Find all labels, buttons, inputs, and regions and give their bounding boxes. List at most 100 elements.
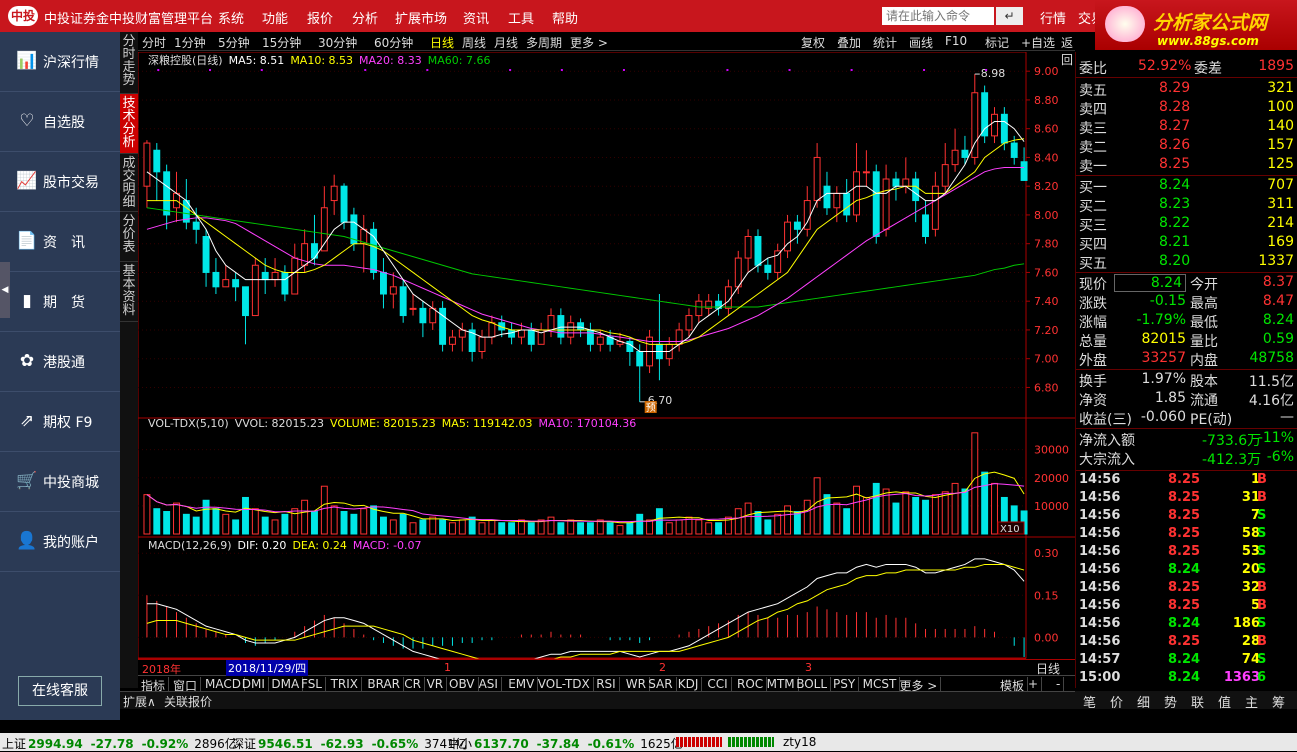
- indicator-tab-7[interactable]: BRAR: [367, 677, 405, 691]
- sidebar-item-0[interactable]: 📊 沪深行情: [0, 32, 120, 92]
- vtab-1[interactable]: 技术分析: [120, 94, 138, 154]
- candle-body: [843, 192, 851, 216]
- command-input[interactable]: [882, 7, 994, 25]
- indicator-tab-4[interactable]: DMA: [271, 677, 304, 691]
- index-item[interactable]: 上证 2994.94 -27.78 -0.92% 2896亿: [2, 735, 237, 752]
- menu-quote[interactable]: 报价: [307, 8, 333, 27]
- online-service-button[interactable]: 在线客服: [18, 676, 102, 706]
- enter-icon[interactable]: ↵: [996, 7, 1023, 25]
- indicator-tab-22[interactable]: PSY: [833, 677, 860, 691]
- quote-tab-0[interactable]: 笔: [1083, 692, 1096, 711]
- menu-market[interactable]: 行情: [1040, 8, 1066, 27]
- quote-tab-1[interactable]: 价: [1110, 692, 1123, 711]
- quote-tab-3[interactable]: 势: [1164, 692, 1177, 711]
- indicator-tab-15[interactable]: WR: [626, 677, 650, 691]
- indicator-tab-26[interactable]: +: [1028, 677, 1043, 691]
- indicator-tab-20[interactable]: MTM: [767, 677, 799, 691]
- period-tab-0[interactable]: 分时: [142, 34, 166, 51]
- candle-body: [261, 271, 269, 281]
- signal-dot: [726, 69, 729, 71]
- indicator-tab-10[interactable]: OBV: [449, 677, 479, 691]
- tick-side: B: [1257, 598, 1267, 613]
- tool-button-1[interactable]: 叠加: [837, 34, 861, 51]
- indicator-tab-6[interactable]: TRIX: [331, 677, 363, 691]
- indicator-tab-21[interactable]: BOLL: [796, 677, 832, 691]
- candle-body: [951, 149, 959, 166]
- period-tab-2[interactable]: 5分钟: [218, 34, 250, 51]
- volume-bar: [163, 511, 171, 535]
- period-tab-3[interactable]: 15分钟: [262, 34, 301, 51]
- indicator-tab-27[interactable]: -: [1056, 677, 1065, 691]
- tool-button-3[interactable]: 画线: [909, 34, 933, 51]
- menu-system[interactable]: 系统: [218, 8, 244, 27]
- indicator-tab-2[interactable]: MACD: [205, 677, 245, 691]
- sidebar-item-5[interactable]: ✿ 港股通: [0, 332, 120, 392]
- sidebar-item-3[interactable]: 📄 资 讯: [0, 212, 120, 272]
- candle-body: [163, 171, 171, 216]
- period-tab-8[interactable]: 月线: [494, 34, 518, 51]
- indicator-tab-18[interactable]: CCI: [707, 677, 732, 691]
- collapse-arrow-icon[interactable]: ◀: [0, 262, 10, 318]
- stat-row: 外盘 33257 内盘 48758: [1076, 350, 1297, 369]
- menu-news[interactable]: 资讯: [463, 8, 489, 27]
- indicator-tab-14[interactable]: RSI: [596, 677, 620, 691]
- quote-tab-6[interactable]: 主: [1245, 692, 1258, 711]
- index-item[interactable]: 深证 9546.51 -62.93 -0.65% 3741亿: [232, 735, 467, 752]
- candle-body: [961, 149, 969, 158]
- vtab-0[interactable]: 分时走势: [120, 32, 138, 94]
- sidebar-item-6[interactable]: ⇗ 期权 F9: [0, 392, 120, 452]
- indicator-tab-5[interactable]: FSL: [301, 677, 326, 691]
- period-tab-7[interactable]: 周线: [462, 34, 486, 51]
- tool-button-5[interactable]: 标记: [985, 34, 1009, 51]
- period-tab-9[interactable]: 多周期: [526, 34, 562, 51]
- vol-name: VOL-TDX(5,10): [148, 417, 229, 430]
- expand-tab[interactable]: 扩展∧: [123, 693, 156, 710]
- indicator-tab-23[interactable]: MCST: [863, 677, 901, 691]
- sidebar-item-1[interactable]: ♡ 自选股: [0, 92, 120, 152]
- indicator-tab-19[interactable]: ROC: [737, 677, 768, 691]
- volume-bar: [774, 513, 782, 535]
- tool-button-4[interactable]: F10: [945, 34, 967, 48]
- sidebar-item-7[interactable]: 🛒 中投商城: [0, 452, 120, 512]
- related-quote-tab[interactable]: 关联报价: [164, 693, 212, 710]
- vtab-4[interactable]: 基本资料: [120, 262, 138, 322]
- sidebar-item-8[interactable]: 👤 我的账户: [0, 512, 120, 572]
- indicator-tab-16[interactable]: SAR: [648, 677, 677, 691]
- quote-tab-7[interactable]: 筹: [1272, 692, 1285, 711]
- vtab-3[interactable]: 分价表: [120, 212, 138, 262]
- quote-tab-2[interactable]: 细: [1137, 692, 1150, 711]
- index-item[interactable]: 中小 6137.70 -37.84 -0.61% 1625亿: [448, 735, 683, 752]
- indicator-tab-11[interactable]: ASI: [479, 677, 502, 691]
- period-tab-1[interactable]: 1分钟: [174, 34, 206, 51]
- price-tick-label: 8.20: [1034, 180, 1059, 193]
- quote-tab-4[interactable]: 联: [1191, 692, 1204, 711]
- sidebar-item-4[interactable]: ▮ 期 货: [0, 272, 120, 332]
- tool-button-6[interactable]: +自选: [1021, 34, 1055, 51]
- indicator-tab-13[interactable]: VOL-TDX: [538, 677, 594, 691]
- ask-row: 卖二 8.26 157: [1076, 137, 1297, 156]
- period-tab-4[interactable]: 30分钟: [318, 34, 357, 51]
- volume-bar: [902, 491, 910, 535]
- kline-chart[interactable]: 9.00 8.80 8.60 8.40 8.20 8.00 7.80 7.60 7.40 7.20…: [138, 52, 1075, 659]
- period-tab-5[interactable]: 60分钟: [374, 34, 413, 51]
- indicator-tab-17[interactable]: KDJ: [678, 677, 703, 691]
- tool-button-0[interactable]: 复权: [801, 34, 825, 51]
- menu-analysis[interactable]: 分析: [352, 8, 378, 27]
- period-tab-6[interactable]: 日线: [430, 34, 454, 51]
- quote-tab-5[interactable]: 值: [1218, 692, 1231, 711]
- indicator-tab-3[interactable]: DMI: [242, 677, 269, 691]
- indicator-tab-12[interactable]: EMV: [508, 677, 539, 691]
- indicator-tab-9[interactable]: VR: [427, 677, 448, 691]
- menu-function[interactable]: 功能: [262, 8, 288, 27]
- candle-body: [488, 322, 496, 338]
- period-tab-10[interactable]: 更多 >: [570, 34, 608, 51]
- vtab-2[interactable]: 成交明细: [120, 154, 138, 212]
- sidebar-item-2[interactable]: 📈 股市交易: [0, 152, 120, 212]
- menu-help[interactable]: 帮助: [552, 8, 578, 27]
- menu-tools[interactable]: 工具: [508, 8, 534, 27]
- ask-row: 卖四 8.28 100: [1076, 99, 1297, 118]
- indicator-tab-8[interactable]: CR: [404, 677, 425, 691]
- candle-body: [192, 221, 200, 230]
- tool-button-2[interactable]: 统计: [873, 34, 897, 51]
- menu-ext-market[interactable]: 扩展市场: [395, 8, 447, 27]
